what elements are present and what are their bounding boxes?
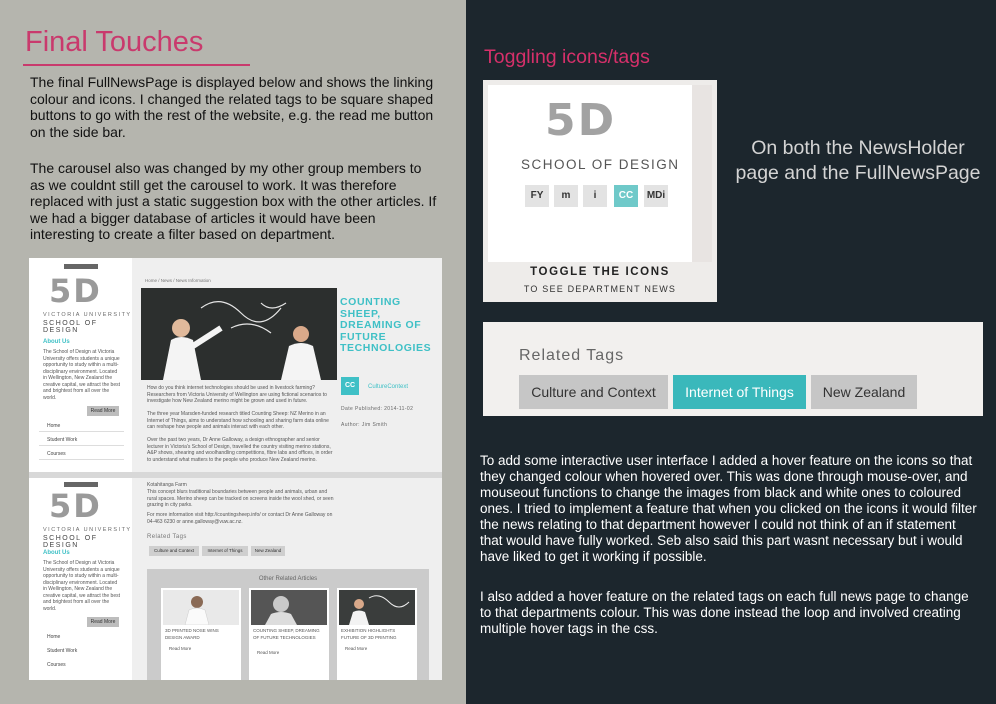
mdi-icon[interactable]: MDi [644,185,668,207]
tag-internet-of-things[interactable]: Internet of Things [673,375,806,409]
mock-cc-badge[interactable]: CC [341,377,359,395]
portrait-photo-image [265,596,297,625]
mock-university-crest [64,264,98,269]
mock-nav-courses[interactable]: Courses [47,451,66,457]
mock-nav-home[interactable]: Home [47,423,60,429]
cc-icon[interactable]: CC [614,185,638,207]
mock-nav-home[interactable]: Home [47,634,60,640]
mock-school: SCHOOL OF DESIGN [43,535,98,549]
mock-author: Author: Jim Smith [341,422,388,428]
mock-school: SCHOOL OF DESIGN [43,320,98,334]
chalkboard-photo-image [349,595,410,625]
related-tags-title: Related Tags [519,347,625,364]
mock-tag-iot[interactable]: Internet of Things [202,546,248,556]
title-underline [23,64,250,66]
mock-nav-divider [39,431,124,432]
fullnewspage-screenshot: 5D VICTORIA UNIVERSITY SCHOOL OF DESIGN … [29,258,442,680]
mock-article-image [339,590,415,625]
mock-farm-text: This concept blurs traditional boundarie… [147,489,334,508]
mock-nav-courses[interactable]: Courses [47,662,66,668]
mock-body1: The three year Marsden-funded research t… [147,411,329,430]
mock-tag-nz[interactable]: New Zealand [251,546,285,556]
i-icon[interactable]: i [583,185,607,207]
mock-article-card[interactable]: 3D PRINTED NOSE WINS DESIGN AWARD Read M… [161,588,241,680]
mock-university: VICTORIA UNIVERSITY [43,527,132,533]
mock-article-title: 3D PRINTED NOSE WINS DESIGN AWARD [165,628,219,640]
mock-other-title: Other Related Articles [258,576,318,582]
mock-intro: How do you think internet technologies s… [147,385,327,404]
section-title: Final Touches [25,26,204,58]
m-icon[interactable]: m [554,185,578,207]
mock-article-card[interactable]: EXHIBITION HIGHLIGHTS FUTURE OF 3D PRINT… [337,588,417,680]
toggling-title: Toggling icons/tags [484,46,650,68]
mock-about-text: The School of Design at Victoria Univers… [43,349,120,401]
mock-logo: 5D [49,272,102,310]
related-tags-screenshot: Related Tags Culture and Context Interne… [483,322,983,416]
left-panel: Final Touches The final FullNewsPage is … [0,0,466,704]
mock-date: Date Published: 2014-11-02 [341,406,414,412]
mock-tag-culture[interactable]: Culture and Context [149,546,199,556]
intro-paragraph: The final FullNewsPage is displayed belo… [30,74,434,140]
mock-article-image [163,590,239,626]
mock-article-link[interactable]: Read More [257,650,279,657]
tag-culture-and-context[interactable]: Culture and Context [519,375,668,409]
toggle-icons-screenshot: 5D SCHOOL OF DESIGN FY m i CC MDi TOGGLE… [483,80,717,302]
mock-about-title: About Us [43,550,70,556]
mock-nav-divider [39,459,124,460]
student-photo-image [184,596,210,626]
mock-more-info: For more information visit http://counti… [147,512,333,525]
mock-article-link[interactable]: Read More [345,646,367,653]
mock-article-title: EXHIBITION HIGHLIGHTS FUTURE OF 3D PRINT… [341,628,397,640]
mock-related-title: Related Tags [147,534,187,540]
mock-university: VICTORIA UNIVERSITY [43,312,132,318]
hover-tags-paragraph: I also added a hover feature on the rela… [480,589,969,636]
mock-article-card[interactable]: COUNTING SHEEP, DREAMING OF FUTURE TECHN… [249,588,329,680]
hover-icons-paragraph: To add some interactive user interface I… [480,453,977,564]
toggle-inner: 5D SCHOOL OF DESIGN FY m i CC MDi [488,85,692,262]
mock-nav-divider [39,445,124,446]
mock-body2: Over the past two years, Dr Anne Gallowa… [147,437,333,463]
mock-headline: COUNTING SHEEP, DREAMING OF FUTURE TECHN… [340,296,432,354]
mock-sidebar-lower: 5D VICTORIA UNIVERSITY SCHOOL OF DESIGN … [29,478,132,680]
mock-nav-student-work[interactable]: Student Work [47,437,77,443]
mock-about-title: About Us [43,339,70,345]
toggle-strip [692,85,712,262]
chalkboard-scene-image [163,301,321,380]
toggle-logo: 5D [545,95,617,146]
mock-article-link[interactable]: Read More [169,646,191,653]
mock-article-image [251,590,327,625]
mock-about-text: The School of Design at Victoria Univers… [43,560,120,612]
mock-article-title: COUNTING SHEEP, DREAMING OF FUTURE TECHN… [253,628,320,640]
mock-category[interactable]: CultureContext [368,384,408,390]
mock-read-more-button[interactable]: Read More [87,406,119,416]
toggle-school-name: SCHOOL OF DESIGN [521,157,680,172]
mock-farm-title: Kotahitanga Farm [147,482,187,488]
mock-other-articles-box: Other Related Articles 3D PRINTED NOSE W… [147,569,429,680]
side-note: On both the NewsHolder page and the Full… [735,137,981,184]
toggle-subcaption: TO SEE DEPARTMENT NEWS [523,284,677,294]
fy-icon[interactable]: FY [525,185,549,207]
mock-read-more-button[interactable]: Read More [87,617,119,627]
carousel-paragraph: The carousel also was changed by my othe… [30,160,437,242]
toggle-caption: TOGGLE THE ICONS [530,266,670,278]
mock-logo: 5D [49,487,102,525]
mock-nav-student-work[interactable]: Student Work [47,648,77,654]
tag-new-zealand[interactable]: New Zealand [811,375,917,409]
mock-hero-image [141,288,337,380]
mock-breadcrumb[interactable]: Home / News / News Information [145,278,211,285]
